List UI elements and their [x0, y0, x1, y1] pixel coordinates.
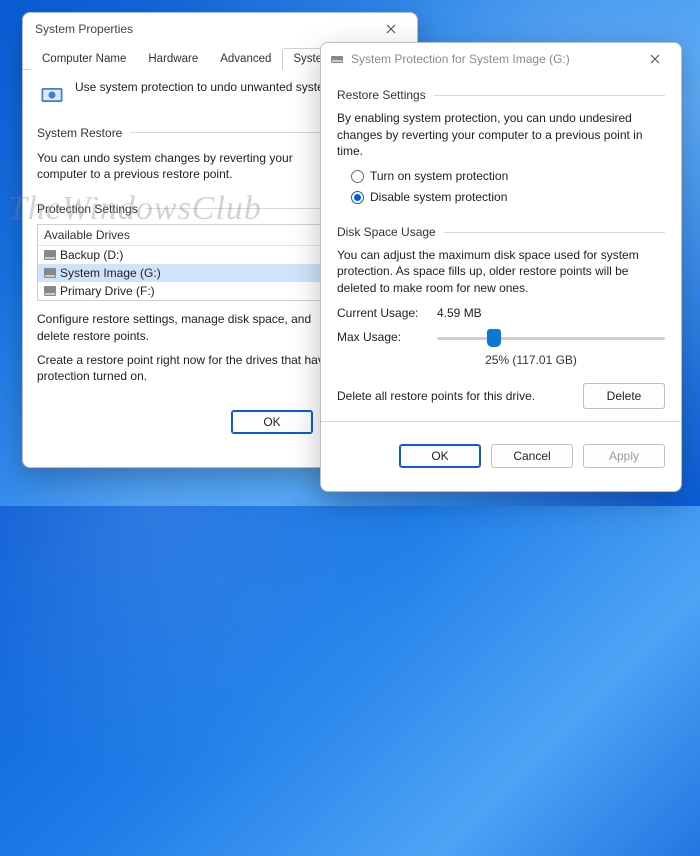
col-available-drives: Available Drives: [38, 225, 322, 245]
restore-description: By enabling system protection, you can u…: [337, 110, 665, 160]
tab-hardware[interactable]: Hardware: [137, 48, 209, 70]
window-title: System Properties: [35, 22, 373, 36]
divider: [434, 95, 665, 96]
window-title: System Protection for System Image (G:): [351, 52, 637, 66]
max-usage-label: Max Usage:: [337, 329, 427, 346]
radio-icon: [351, 170, 364, 183]
radio-turn-on[interactable]: Turn on system protection: [351, 168, 665, 185]
current-usage-label: Current Usage:: [337, 305, 427, 322]
drive-name: Backup (D:): [60, 248, 123, 262]
tab-computer-name[interactable]: Computer Name: [31, 48, 137, 70]
max-usage-slider[interactable]: [437, 328, 665, 348]
group-system-restore: System Restore: [37, 126, 122, 140]
shield-icon: [37, 80, 67, 110]
close-icon: [386, 24, 396, 34]
close-button[interactable]: [637, 47, 673, 71]
tab-advanced[interactable]: Advanced: [209, 48, 282, 70]
drive-icon: [44, 250, 56, 260]
divider: [444, 232, 665, 233]
system-protection-dialog: System Protection for System Image (G:) …: [320, 42, 682, 492]
drive-name: Primary Drive (F:): [60, 284, 155, 298]
divider: [321, 421, 681, 422]
hint-text: Use system protection to undo unwanted s…: [75, 80, 350, 94]
cancel-button[interactable]: Cancel: [491, 444, 573, 468]
drive-icon: [329, 51, 345, 67]
slider-caption: 25% (117.01 GB): [337, 352, 665, 369]
group-protection-settings: Protection Settings: [37, 202, 138, 216]
system-restore-text: You can undo system changes by reverting…: [37, 150, 335, 182]
delete-button[interactable]: Delete: [583, 383, 665, 410]
section-disk-space: Disk Space Usage: [337, 224, 436, 241]
slider-track: [437, 337, 665, 340]
drive-icon: [44, 268, 56, 278]
ok-button[interactable]: OK: [399, 444, 481, 468]
apply-button[interactable]: Apply: [583, 444, 665, 468]
titlebar: System Protection for System Image (G:): [321, 43, 681, 75]
dialog-button-row: OK Cancel Apply: [321, 430, 681, 482]
radio-label: Turn on system protection: [370, 168, 508, 185]
drive-name: System Image (G:): [60, 266, 161, 280]
radio-disable[interactable]: Disable system protection: [351, 189, 665, 206]
drive-icon: [44, 286, 56, 296]
configure-text: Configure restore settings, manage disk …: [37, 311, 335, 343]
slider-thumb[interactable]: [487, 329, 501, 347]
close-button[interactable]: [373, 17, 409, 41]
radio-label: Disable system protection: [370, 189, 507, 206]
delete-description: Delete all restore points for this drive…: [337, 388, 573, 405]
disk-description: You can adjust the maximum disk space us…: [337, 247, 665, 297]
dialog-content: Restore Settings By enabling system prot…: [321, 75, 681, 422]
ok-button[interactable]: OK: [231, 410, 313, 434]
current-usage-value: 4.59 MB: [437, 305, 482, 322]
radio-icon: [351, 191, 364, 204]
titlebar: System Properties: [23, 13, 417, 45]
section-restore-settings: Restore Settings: [337, 87, 426, 104]
close-icon: [650, 54, 660, 64]
